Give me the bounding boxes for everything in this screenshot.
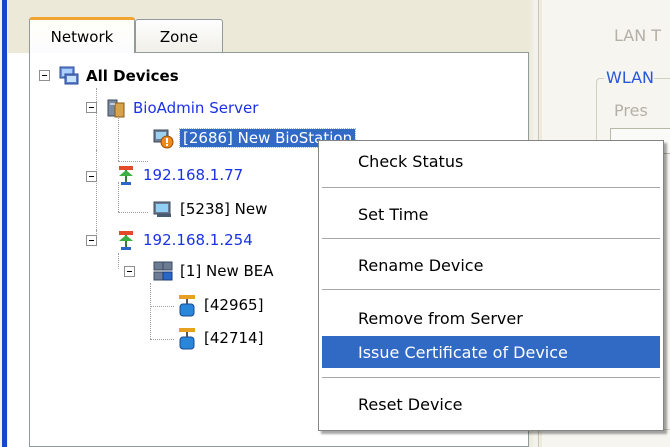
tree-node-host-192-168-1-77[interactable]: 192.168.1.77 (115, 163, 243, 187)
network-devices-icon (58, 65, 80, 87)
network-node-icon (115, 229, 137, 251)
tree-label: All Devices (86, 67, 179, 85)
wlan-label: WLAN (604, 68, 655, 87)
tree-node-device-5238[interactable]: [5238] New (152, 197, 267, 221)
menu-separator (322, 377, 660, 378)
menu-item-reset-device[interactable]: Reset Device (322, 388, 660, 420)
tree-label: [42714] (204, 329, 264, 347)
tree-node-host-192-168-1-254[interactable]: 192.168.1.254 (115, 228, 253, 252)
tree-node-device-1[interactable]: [1] New BEA (152, 259, 274, 283)
menu-separator (322, 289, 660, 290)
tab-zone[interactable]: Zone (135, 19, 223, 53)
tree-label: [42965] (204, 296, 264, 314)
menu-item-remove-from-server[interactable]: Remove from Server (322, 302, 660, 334)
pres-label: Pres (614, 101, 648, 120)
tree-node-all-devices[interactable]: All Devices (58, 64, 179, 88)
menu-separator (322, 238, 660, 239)
tree-label: 192.168.1.254 (143, 231, 253, 249)
tree-expander-root[interactable] (39, 70, 50, 81)
tree-expander-server[interactable] (86, 102, 97, 113)
device-group-icon (152, 260, 174, 282)
tree-node-bioadmin-server[interactable]: BioAdmin Server (105, 96, 258, 120)
server-icon (105, 97, 127, 119)
menu-item-set-time[interactable]: Set Time (322, 198, 660, 230)
tree-label: 192.168.1.77 (143, 166, 244, 184)
device-icon (152, 198, 174, 220)
tree-expander-host1[interactable] (86, 171, 97, 182)
menu-item-check-status[interactable]: Check Status (322, 145, 660, 177)
tab-network[interactable]: Network (29, 17, 135, 53)
tree-label: BioAdmin Server (133, 99, 259, 117)
tree-expander-host2[interactable] (86, 235, 97, 246)
tree-label: [5238] New (180, 200, 268, 218)
tree-expander-bea[interactable] (124, 266, 135, 277)
context-menu: Check Status Set Time Rename Device Remo… (318, 140, 664, 431)
network-node-icon (115, 164, 137, 186)
reader-device-icon (176, 327, 198, 350)
tree-node-device-42965[interactable]: [42965] (176, 292, 263, 318)
tree-label: [1] New BEA (180, 262, 274, 280)
menu-separator (322, 187, 660, 188)
lan-label: LAN T (614, 26, 662, 45)
menu-item-issue-certificate[interactable]: Issue Certificate of Device (322, 336, 660, 368)
tree-node-device-42714[interactable]: [42714] (176, 325, 263, 351)
window-left-border (0, 0, 8, 447)
device-warning-icon (152, 127, 174, 149)
reader-device-icon (176, 294, 198, 317)
menu-item-rename-device[interactable]: Rename Device (322, 249, 660, 281)
